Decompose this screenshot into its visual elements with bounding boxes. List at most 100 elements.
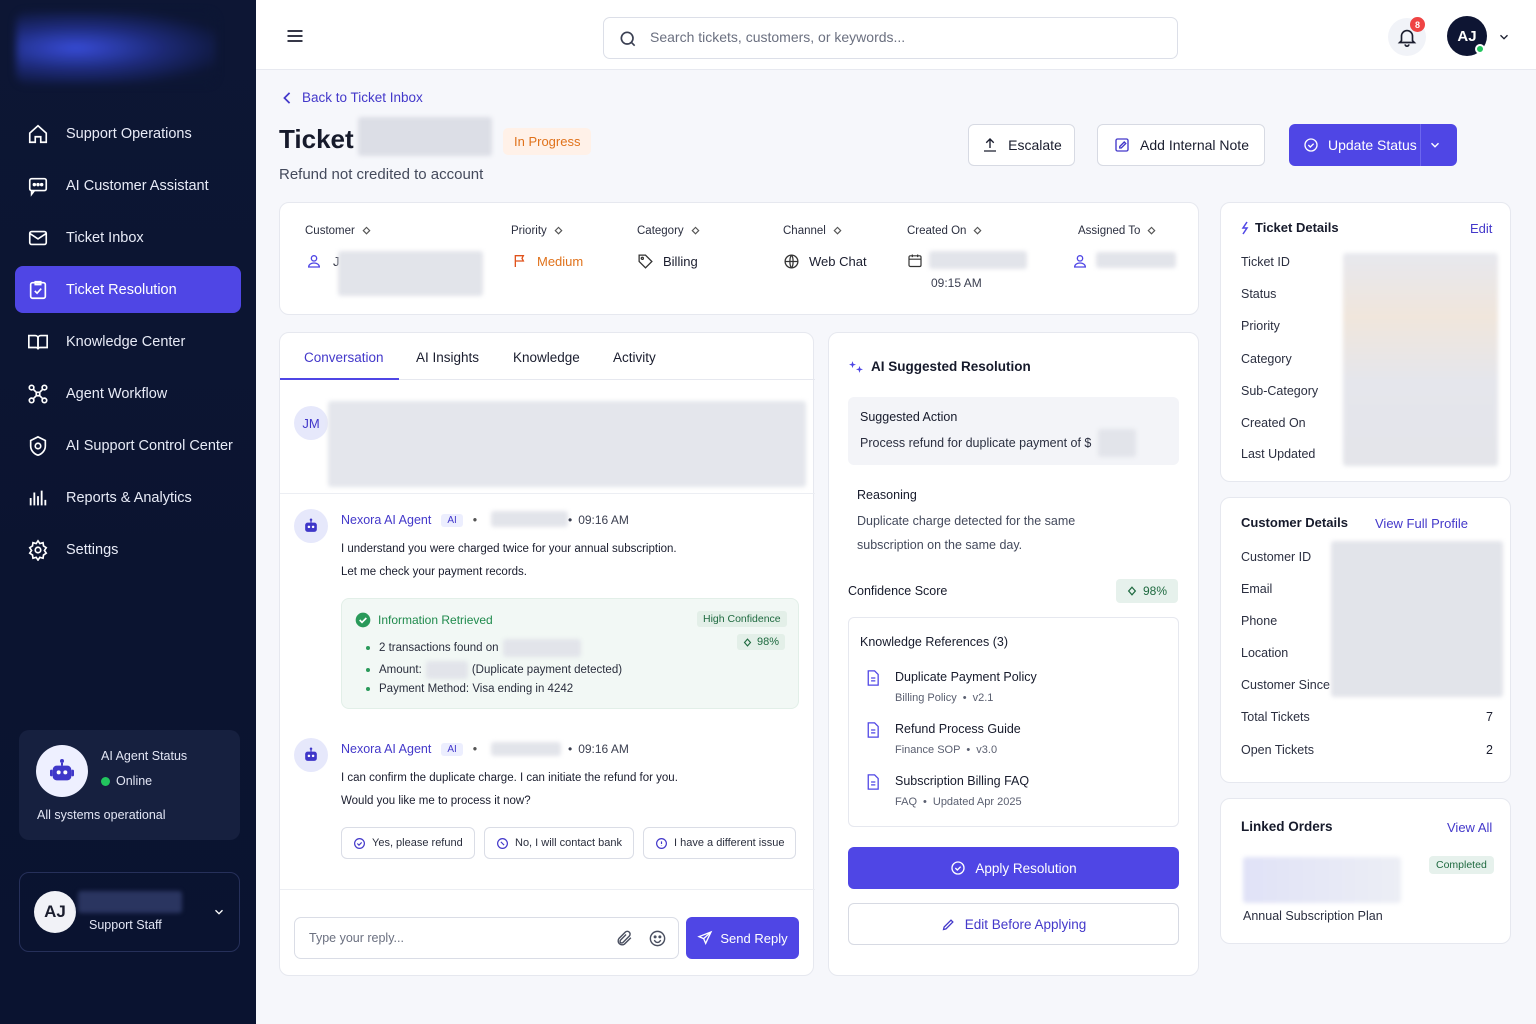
user-role: Support Staff [89,918,162,932]
reply-input[interactable] [309,931,599,945]
total-tickets-value: 7 [1486,710,1493,724]
search-icon [618,29,638,49]
confidence-score-label: Confidence Score [848,584,948,598]
back-link[interactable]: Back to Ticket Inbox [282,90,423,105]
sidebar-item-reports-analytics[interactable]: Reports & Analytics [15,474,241,521]
tab-conversation[interactable]: Conversation [304,350,384,365]
brand-logo[interactable] [16,12,216,84]
meta-label: Customer [305,225,355,237]
sidebar-nav: Support Operations AI Customer Assistant… [15,110,241,578]
info-icon [691,226,700,235]
sidebar-item-ticket-inbox[interactable]: Ticket Inbox [15,214,241,261]
channel-label: Web Chat [809,254,867,269]
message-line: I can confirm the duplicate charge. I ca… [341,772,678,784]
mail-icon [27,227,49,249]
linked-orders-card: Linked Orders View All Completed Annual … [1220,798,1511,944]
sidebar-item-ai-support-control-center[interactable]: AI Support Control Center [15,422,241,469]
sidebar-item-knowledge-center[interactable]: Knowledge Center [15,318,241,365]
detail-label: Priority [1241,319,1280,333]
chip-label: No, I will contact bank [515,837,622,849]
reference-link[interactable]: Refund Process Guide [895,722,1021,736]
amount-redacted [425,661,468,679]
document-icon [864,720,881,740]
avatar: AJ [34,891,76,933]
divider [280,493,815,494]
gear-icon [27,538,49,561]
apply-resolution-button[interactable]: Apply Resolution [848,847,1179,889]
meta-label: Created On [907,225,967,237]
home-icon [27,123,49,145]
sidebar-item-ai-customer-assistant[interactable]: AI Customer Assistant [15,162,241,209]
chevron-down-icon[interactable] [212,905,226,919]
tab-knowledge[interactable]: Knowledge [513,350,580,365]
view-all-orders-link[interactable]: View All [1447,820,1492,835]
info-icon [973,226,982,235]
send-label: Send Reply [720,930,788,946]
tag-icon [638,254,653,269]
reference-type: Billing Policy [895,692,957,704]
search-input[interactable] [650,29,1150,45]
customer-details-card: Customer Details View Full Profile Custo… [1220,497,1511,783]
reference-version: Updated Apr 2025 [932,796,1022,808]
chevron-down-icon[interactable] [1497,30,1511,44]
knowledge-references-box: Knowledge References (3) Duplicate Payme… [848,617,1179,827]
sidebar-item-label: Agent Workflow [66,385,168,402]
update-status-button[interactable]: Update Status [1289,124,1457,166]
created-meta: Created On [907,225,983,237]
quick-reply-different-issue[interactable]: I have a different issue [643,827,797,859]
detail-label: Location [1241,646,1289,660]
target-icon [27,435,49,457]
tab-ai-insights[interactable]: AI Insights [416,350,479,365]
paperclip-icon[interactable] [615,929,634,948]
emoji-icon[interactable] [648,929,667,948]
timestamp-date-redacted [491,742,561,756]
quick-reply-contact-bank[interactable]: No, I will contact bank [484,827,634,859]
view-full-profile-link[interactable]: View Full Profile [1375,516,1468,531]
menu-icon[interactable] [284,26,306,46]
sidebar-item-label: Settings [66,541,119,558]
send-reply-button[interactable]: Send Reply [686,917,799,959]
sidebar-item-agent-workflow[interactable]: Agent Workflow [15,370,241,417]
channel-meta: Channel [783,225,843,237]
sidebar-item-settings[interactable]: Settings [15,526,241,573]
separator-dot: • [472,513,478,527]
info-icon [362,226,371,235]
reference-link[interactable]: Subscription Billing FAQ [895,774,1029,788]
back-link-label: Back to Ticket Inbox [302,90,423,105]
info-icon [833,226,842,235]
message-time: • 09:16 AM [568,742,629,756]
ticket-meta-card: Customer J Priority Medium Category Bill… [279,202,1199,315]
customer-meta: Customer [305,225,372,237]
edit-before-applying-button[interactable]: Edit Before Applying [848,903,1179,945]
category-label: Billing [663,254,698,269]
escalate-button[interactable]: Escalate [968,124,1075,166]
assigned-meta: Assigned To [1078,225,1157,237]
send-icon [697,930,713,945]
detail-label: Total Tickets [1241,710,1310,724]
date-redacted [502,639,581,657]
priority-meta: Priority [511,225,564,237]
sidebar-item-ticket-resolution[interactable]: Ticket Resolution [15,266,241,313]
block-icon [497,837,508,849]
confidence-badge: 98% [1116,579,1178,603]
ai-resolution-title: AI Suggested Resolution [849,359,1031,374]
confidence-badge: High Confidence [697,611,787,627]
info-bullet: 2 transactions found on [366,639,581,657]
user-menu[interactable]: AJ Support Staff [19,872,240,952]
sidebar-item-support-operations[interactable]: Support Operations [15,110,241,157]
quick-reply-yes-refund[interactable]: Yes, please refund [341,827,475,859]
tab-activity[interactable]: Activity [613,350,656,365]
message-line: I understand you were charged twice for … [341,543,677,555]
reference-link[interactable]: Duplicate Payment Policy [895,670,1037,684]
escalate-icon [984,138,997,152]
document-icon [864,668,881,688]
edit-ticket-details-link[interactable]: Edit [1470,221,1492,236]
detail-label: Created On [1241,416,1306,430]
agent-status-title: AI Agent Status [101,749,188,763]
order-name[interactable]: Annual Subscription Plan [1243,909,1383,923]
detail-label: Email [1241,582,1273,596]
ticket-details-values-redacted [1343,253,1498,466]
add-internal-note-button[interactable]: Add Internal Note [1097,124,1265,166]
meta-label: Category [637,225,684,237]
user-icon [1072,252,1088,270]
